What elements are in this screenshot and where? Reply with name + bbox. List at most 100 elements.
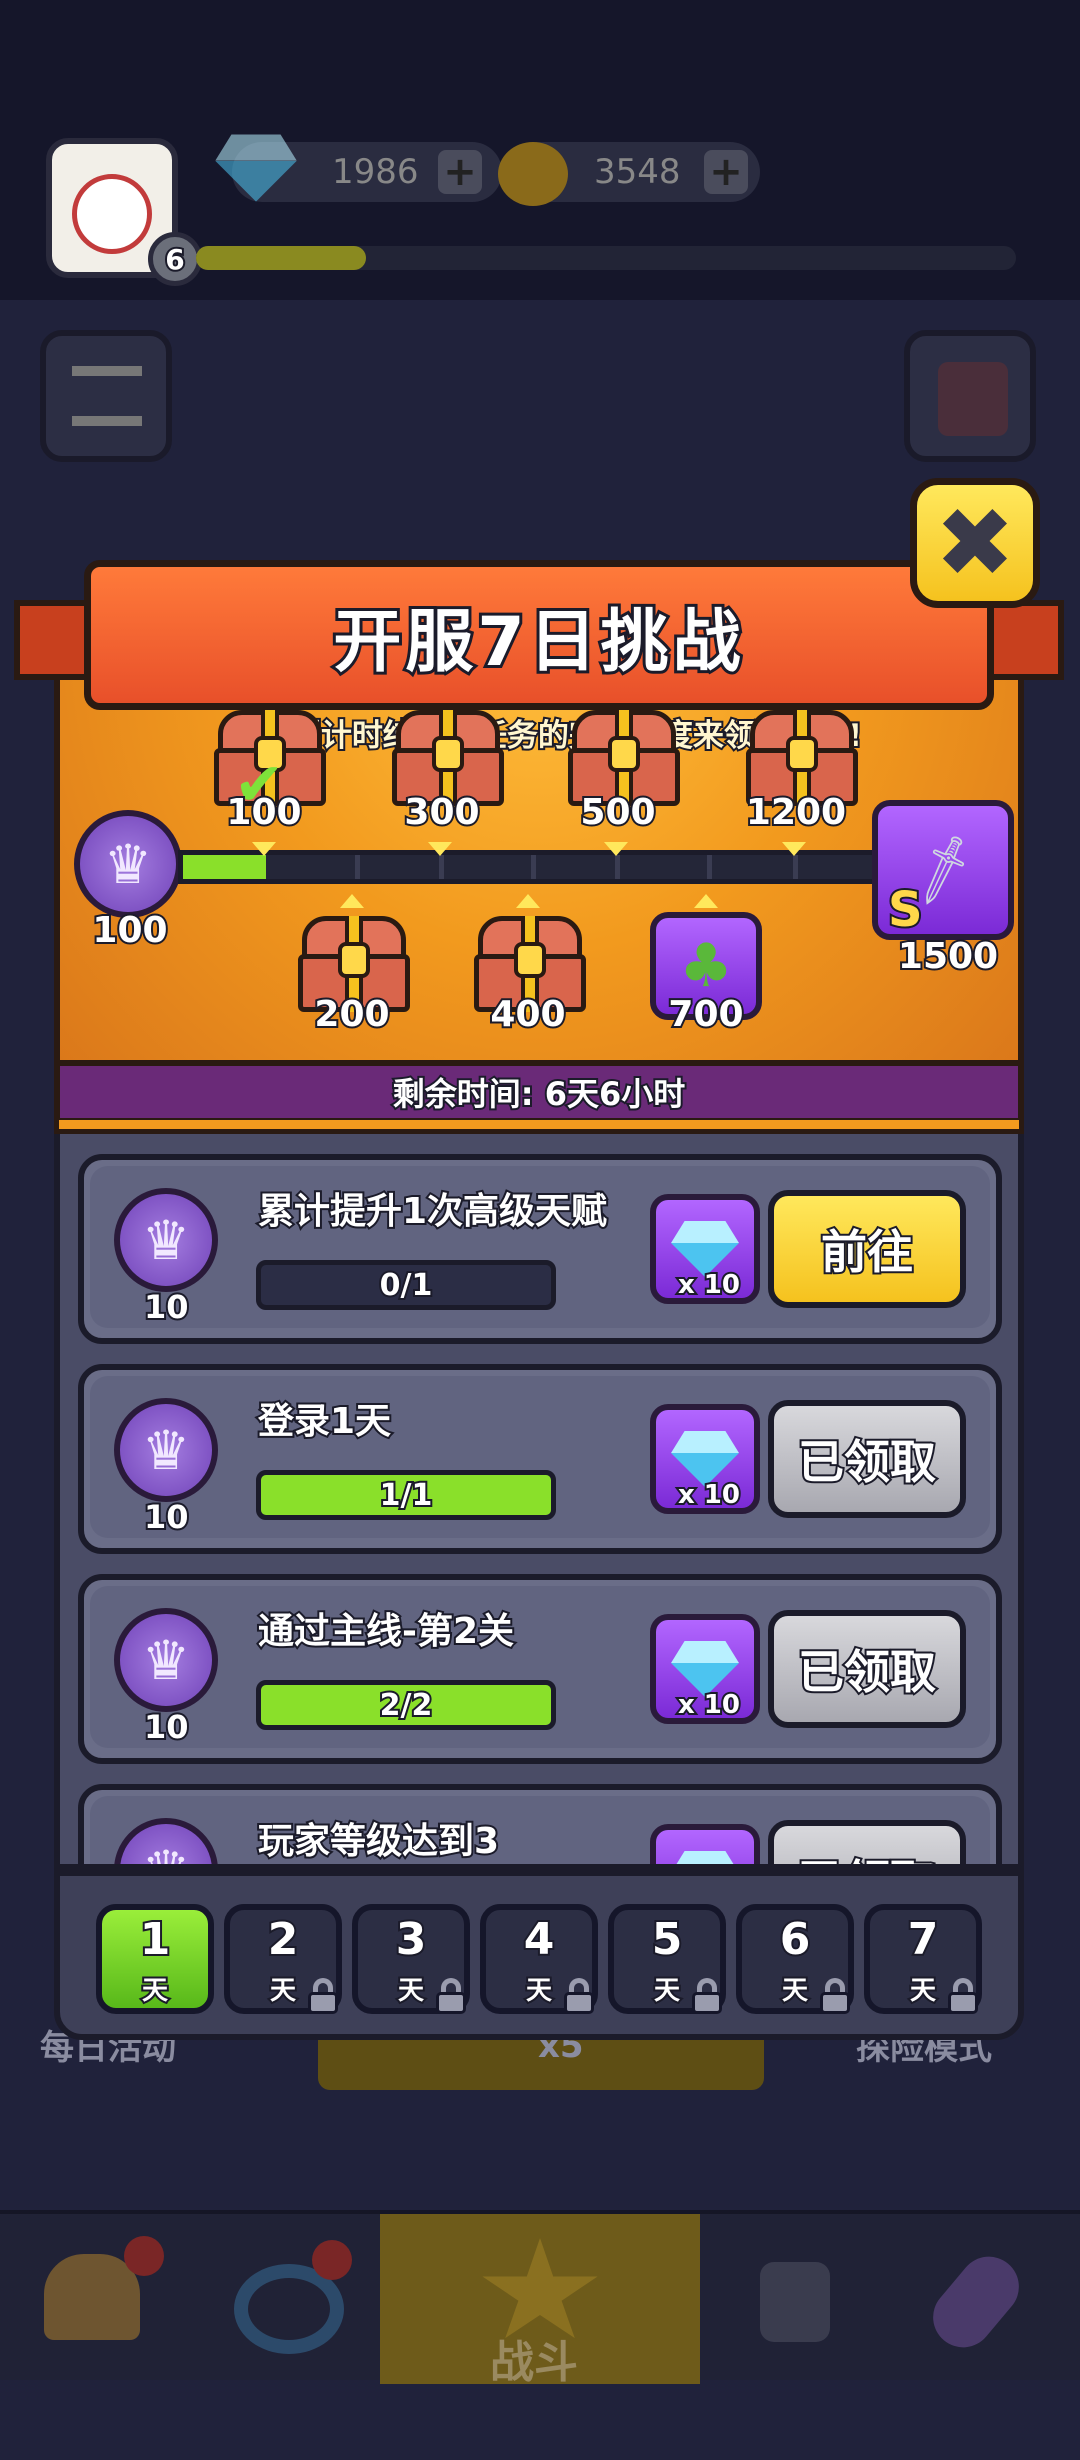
milestone-label: 200	[312, 992, 391, 1037]
marker-1200	[782, 842, 806, 856]
marker-400	[516, 894, 540, 908]
gem-icon	[671, 1431, 739, 1487]
claimed-button[interactable]: 已领取	[768, 1400, 966, 1518]
task-progress-text: 1/1	[378, 1476, 435, 1515]
coin-count: 3548	[594, 152, 681, 192]
milestone-label: 100	[224, 790, 303, 835]
day-unit: 天	[140, 1974, 170, 2008]
fight-label: 战斗	[490, 2337, 578, 2388]
day-number: 4	[522, 1912, 557, 1967]
milestone-label: 1200	[744, 790, 848, 835]
day-tab-6[interactable]: 6 天	[736, 1904, 854, 2014]
milestone-label: 500	[578, 790, 657, 835]
task-card: ♛ 10 玩家等级达到3 x 10 已领取	[78, 1784, 1002, 1870]
gem-icon	[671, 1851, 739, 1864]
equipment-alert-icon	[312, 2240, 352, 2280]
day-number: 7	[906, 1912, 941, 1967]
marker-300	[428, 842, 452, 856]
day-tabs: 1 天 2 天 3 天 4 天 5 天 6 天 7 天	[54, 1870, 1024, 2040]
claimed-button[interactable]: 已领取	[768, 1610, 966, 1728]
crown-icon: ♛	[141, 1208, 191, 1272]
task-name: 玩家等级达到3	[256, 1819, 501, 1864]
locked-nav-icon[interactable]	[760, 2262, 830, 2342]
marker-500	[604, 842, 628, 856]
task-name: 登录1天	[256, 1399, 393, 1444]
menu-list-button[interactable]	[40, 330, 172, 462]
milestone-progress-track	[178, 850, 938, 884]
close-icon: ✖	[934, 487, 1016, 599]
title-ribbon: 开服7日挑战	[14, 560, 1064, 710]
lock-icon	[562, 1978, 596, 2014]
current-points: 100	[90, 908, 169, 953]
gem-icon	[671, 1221, 739, 1277]
task-list[interactable]: ♛ 10 累计提升1次高级天赋 0/1 x 10 前往 ♛ 10 登录1天 1/…	[54, 1134, 1024, 1870]
fight-nav-tab[interactable]: 战斗	[380, 2214, 700, 2388]
lock-icon	[818, 1978, 852, 2014]
xp-bar	[196, 246, 1016, 270]
marker-700	[694, 894, 718, 908]
add-gems-button[interactable]: +	[438, 149, 482, 195]
task-reward-qty: x 10	[676, 1268, 742, 1302]
day-tab-1[interactable]: 1 天	[96, 1904, 214, 2014]
task-progress-bar: 2/2	[256, 1680, 556, 1730]
countdown-text: 剩余时间: 6天6小时	[391, 1073, 687, 1115]
day-number: 5	[650, 1912, 685, 1967]
day-tab-2[interactable]: 2 天	[224, 1904, 342, 2014]
crown-icon: ♛	[103, 832, 153, 896]
gem-icon	[222, 140, 290, 196]
codex-book-button[interactable]	[904, 330, 1036, 462]
go-button[interactable]: 前往	[768, 1190, 966, 1308]
gem-count: 1986	[332, 152, 419, 192]
milestone-label: 400	[488, 992, 567, 1037]
close-button[interactable]: ✖	[910, 478, 1040, 608]
milestone-label: 300	[402, 790, 481, 835]
potion-nav-icon[interactable]	[920, 2244, 1032, 2360]
task-reward-qty: x 10	[676, 1478, 742, 1512]
plant-icon: ♣	[679, 931, 733, 1001]
day-tab-4[interactable]: 4 天	[480, 1904, 598, 2014]
task-reward-qty: x 10	[676, 1688, 742, 1722]
bottom-nav: 战斗	[0, 2210, 1080, 2388]
day-tab-3[interactable]: 3 天	[352, 1904, 470, 2014]
seven-day-challenge-modal: 根据倒计时结束前任务的完成进度来领取奖励! 开服7日挑战 ✖ ♛ 100 ✔ 1…	[14, 478, 1064, 2040]
task-name: 通过主线-第2关	[256, 1609, 516, 1654]
day-tab-5[interactable]: 5 天	[608, 1904, 726, 2014]
player-level-badge: 6	[148, 232, 202, 286]
modal-subtitle: 根据倒计时结束前任务的完成进度来领取奖励!	[226, 716, 864, 756]
list-icon	[72, 366, 142, 426]
task-points-badge: ♛	[114, 1608, 218, 1712]
task-progress-bar: 1/1	[256, 1470, 556, 1520]
task-points-badge: ♛	[114, 1398, 218, 1502]
crown-icon: ♛	[141, 1838, 191, 1870]
lock-icon	[946, 1978, 980, 2014]
marker-200	[340, 894, 364, 908]
top-bar: 6 1986 + 3548 +	[0, 0, 1080, 300]
crown-icon: ♛	[141, 1418, 191, 1482]
task-points: 10	[142, 1496, 190, 1538]
task-card: ♛ 10 登录1天 1/1 x 10 已领取	[78, 1364, 1002, 1554]
final-reward-box[interactable]: 🗡 S	[872, 800, 1014, 940]
task-progress-bar: 0/1	[256, 1260, 556, 1310]
task-card: ♛ 10 累计提升1次高级天赋 0/1 x 10 前往	[78, 1154, 1002, 1344]
day-number: 6	[778, 1912, 813, 1967]
gem-icon	[671, 1641, 739, 1697]
day-number: 3	[394, 1912, 429, 1967]
task-reward-box[interactable]	[650, 1824, 760, 1864]
shop-nav-icon[interactable]	[44, 2254, 140, 2340]
timer-edge	[54, 1120, 1024, 1134]
task-points: 10	[142, 1286, 190, 1328]
current-points-badge: ♛	[74, 810, 182, 918]
coin-icon	[498, 142, 568, 206]
claimed-button[interactable]: 已领取	[768, 1820, 966, 1864]
lock-icon	[690, 1978, 724, 2014]
lock-icon	[306, 1978, 340, 2014]
day-tab-7[interactable]: 7 天	[864, 1904, 982, 2014]
crown-icon: ♛	[141, 1628, 191, 1692]
milestone-progress-fill	[183, 855, 266, 879]
shop-alert-icon	[124, 2236, 164, 2276]
task-progress-text: 2/2	[378, 1686, 435, 1725]
book-icon	[938, 362, 1008, 436]
add-coins-button[interactable]: +	[704, 149, 748, 195]
milestone-label: 700	[666, 992, 745, 1037]
lock-icon	[434, 1978, 468, 2014]
